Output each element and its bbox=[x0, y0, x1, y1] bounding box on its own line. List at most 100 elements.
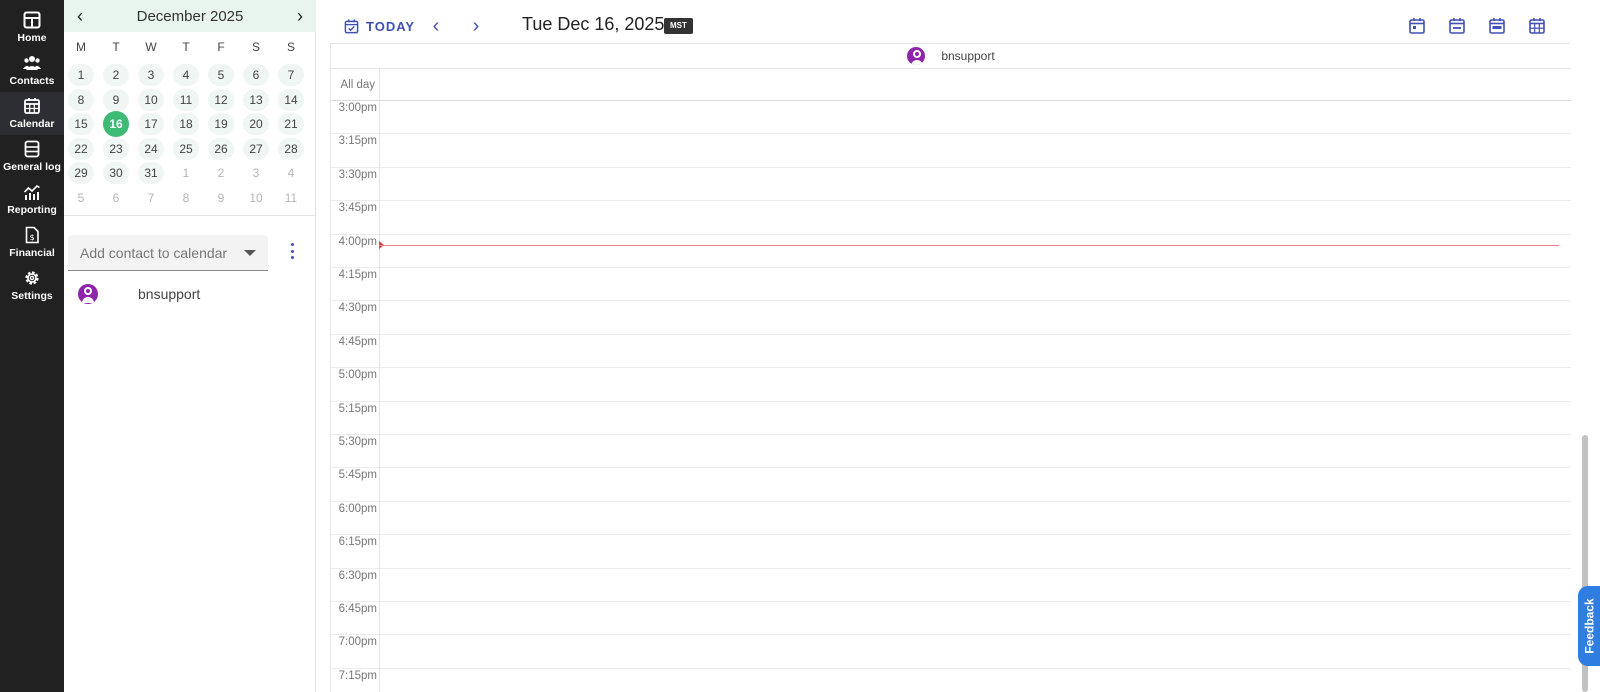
mini-calendar-day-today[interactable]: 16 bbox=[103, 111, 129, 137]
mini-calendar-day[interactable]: 18 bbox=[173, 113, 199, 135]
time-slot-label: 3:00pm bbox=[338, 102, 377, 114]
mini-calendar-day[interactable]: 23 bbox=[103, 138, 129, 160]
time-slot-row[interactable]: 4:45pm bbox=[331, 335, 1571, 369]
reporting-chart-icon bbox=[23, 184, 40, 200]
view-agenda-button[interactable] bbox=[1448, 17, 1466, 35]
mini-calendar-day[interactable]: 1 bbox=[68, 64, 94, 86]
time-slot-row[interactable]: 4:15pm bbox=[331, 268, 1571, 302]
mini-calendar-day[interactable]: 4 bbox=[278, 162, 304, 184]
time-slot-row[interactable]: 7:15pm bbox=[331, 669, 1571, 692]
nav-general-log[interactable]: General log bbox=[0, 135, 64, 178]
time-slot-row[interactable]: 3:30pm bbox=[331, 168, 1571, 202]
time-slot-row[interactable]: 6:15pm bbox=[331, 535, 1571, 569]
time-slot-row[interactable]: 5:30pm bbox=[331, 435, 1571, 469]
mini-calendar-day[interactable]: 26 bbox=[208, 138, 234, 160]
time-slot-label: 5:00pm bbox=[338, 369, 377, 382]
time-slot-label: 5:45pm bbox=[338, 469, 377, 482]
mini-calendar-day[interactable]: 9 bbox=[208, 187, 234, 209]
nav-contacts[interactable]: Contacts bbox=[0, 49, 64, 92]
mini-calendar-day[interactable]: 27 bbox=[243, 138, 269, 160]
mini-calendar-day[interactable]: 15 bbox=[68, 113, 94, 135]
next-day-button[interactable]: › bbox=[468, 16, 484, 36]
mini-calendar-day[interactable]: 31 bbox=[138, 162, 164, 184]
kebab-dot bbox=[290, 256, 294, 259]
mini-calendar-day[interactable]: 22 bbox=[68, 138, 94, 160]
mini-calendar-day[interactable]: 2 bbox=[103, 64, 129, 86]
mini-calendar-header: ‹ December 2025 › bbox=[64, 0, 316, 32]
next-month-button[interactable]: › bbox=[292, 6, 308, 26]
mini-calendar-day[interactable]: 20 bbox=[243, 113, 269, 135]
time-slot-row[interactable]: 6:00pm bbox=[331, 502, 1571, 536]
feedback-tab[interactable]: Feedback bbox=[1578, 586, 1600, 666]
mini-calendar-day[interactable]: 3 bbox=[243, 162, 269, 184]
today-button[interactable]: TODAY bbox=[344, 16, 415, 36]
mini-calendar-day[interactable]: 25 bbox=[173, 138, 199, 160]
mini-calendar-day[interactable]: 8 bbox=[68, 89, 94, 111]
current-date-title: Tue Dec 16, 2025 bbox=[522, 14, 665, 34]
time-slot-row[interactable]: 5:00pm bbox=[331, 368, 1571, 402]
nav-calendar[interactable]: Calendar bbox=[0, 92, 64, 135]
mini-calendar-day[interactable]: 8 bbox=[173, 187, 199, 209]
mini-calendar-day[interactable]: 10 bbox=[243, 187, 269, 209]
more-options-button[interactable] bbox=[288, 241, 296, 261]
weekday-label: W bbox=[145, 40, 157, 54]
time-slot-row[interactable]: 7:00pm bbox=[331, 635, 1571, 669]
view-day-button[interactable] bbox=[1408, 17, 1426, 35]
time-slot-row[interactable]: 4:00pm bbox=[331, 235, 1571, 268]
nav-settings[interactable]: Settings bbox=[0, 264, 64, 307]
mini-calendar-day[interactable]: 5 bbox=[208, 64, 234, 86]
contact-name: bnsupport bbox=[138, 286, 201, 302]
time-slot-row[interactable]: 5:45pm bbox=[331, 468, 1571, 502]
home-layout-icon bbox=[23, 11, 41, 29]
mini-calendar-day[interactable]: 12 bbox=[208, 89, 234, 111]
time-slot-row[interactable]: 3:15pm bbox=[331, 134, 1571, 168]
mini-calendar-day[interactable]: 6 bbox=[103, 187, 129, 209]
prev-month-button[interactable]: ‹ bbox=[72, 6, 88, 26]
time-column-divider bbox=[379, 69, 380, 692]
mini-calendar-day[interactable]: 19 bbox=[208, 113, 234, 135]
mini-calendar-day[interactable]: 24 bbox=[138, 138, 164, 160]
mini-calendar-day[interactable]: 9 bbox=[103, 89, 129, 111]
mini-calendar-day[interactable]: 11 bbox=[173, 89, 199, 111]
calendar-toolbar: TODAY ‹ › Tue Dec 16, 2025 MST bbox=[316, 0, 1600, 44]
day-grid: bnsupport All day 3:00pm 3:15pm 3:30pm 3:45… bbox=[330, 43, 1571, 692]
mini-calendar-day[interactable]: 1 bbox=[173, 162, 199, 184]
kebab-dot bbox=[290, 243, 294, 246]
mini-calendar-day[interactable]: 29 bbox=[68, 162, 94, 184]
mini-calendar-day[interactable]: 3 bbox=[138, 64, 164, 86]
all-day-row[interactable]: All day bbox=[331, 69, 1571, 101]
nav-financial[interactable]: $ Financial bbox=[0, 221, 64, 264]
mini-calendar-day[interactable]: 30 bbox=[103, 162, 129, 184]
time-slot-row[interactable]: 3:45pm bbox=[331, 201, 1571, 235]
mini-calendar-day[interactable]: 13 bbox=[243, 89, 269, 111]
mini-calendar-day[interactable]: 10 bbox=[138, 89, 164, 111]
mini-calendar-day[interactable]: 14 bbox=[278, 89, 304, 111]
calendar-month-view-icon bbox=[1529, 18, 1545, 34]
calendar-main: TODAY ‹ › Tue Dec 16, 2025 MST bnsupport bbox=[316, 0, 1600, 692]
contact-list-item[interactable]: bnsupport bbox=[78, 283, 308, 305]
time-slot-row[interactable]: 5:15pm bbox=[331, 402, 1571, 435]
mini-calendar-day[interactable]: 4 bbox=[173, 64, 199, 86]
add-contact-select[interactable]: Add contact to calendar bbox=[68, 235, 268, 271]
time-slot-row[interactable]: 4:30pm bbox=[331, 301, 1571, 335]
mini-calendar-day[interactable]: 28 bbox=[278, 138, 304, 160]
nav-reporting[interactable]: Reporting bbox=[0, 178, 64, 221]
time-slot-row[interactable]: 6:45pm bbox=[331, 602, 1571, 636]
mini-calendar-day[interactable]: 5 bbox=[68, 187, 94, 209]
time-slot-label: 7:00pm bbox=[338, 636, 377, 649]
user-avatar-icon bbox=[78, 284, 98, 304]
view-week-button[interactable] bbox=[1488, 17, 1506, 35]
mini-calendar-day[interactable]: 2 bbox=[208, 162, 234, 184]
mini-calendar-day[interactable]: 7 bbox=[138, 187, 164, 209]
mini-calendar-day[interactable]: 6 bbox=[243, 64, 269, 86]
mini-calendar-day[interactable]: 11 bbox=[278, 187, 304, 209]
timezone-badge: MST bbox=[664, 18, 693, 34]
view-month-button[interactable] bbox=[1528, 17, 1546, 35]
mini-calendar-day[interactable]: 7 bbox=[278, 64, 304, 86]
mini-calendar-day[interactable]: 17 bbox=[138, 113, 164, 135]
mini-calendar-day[interactable]: 21 bbox=[278, 113, 304, 135]
nav-home[interactable]: Home bbox=[0, 6, 64, 49]
time-slot-row[interactable]: 3:00pm bbox=[331, 101, 1571, 135]
prev-day-button[interactable]: ‹ bbox=[428, 16, 444, 36]
time-slot-row[interactable]: 6:30pm bbox=[331, 569, 1571, 602]
